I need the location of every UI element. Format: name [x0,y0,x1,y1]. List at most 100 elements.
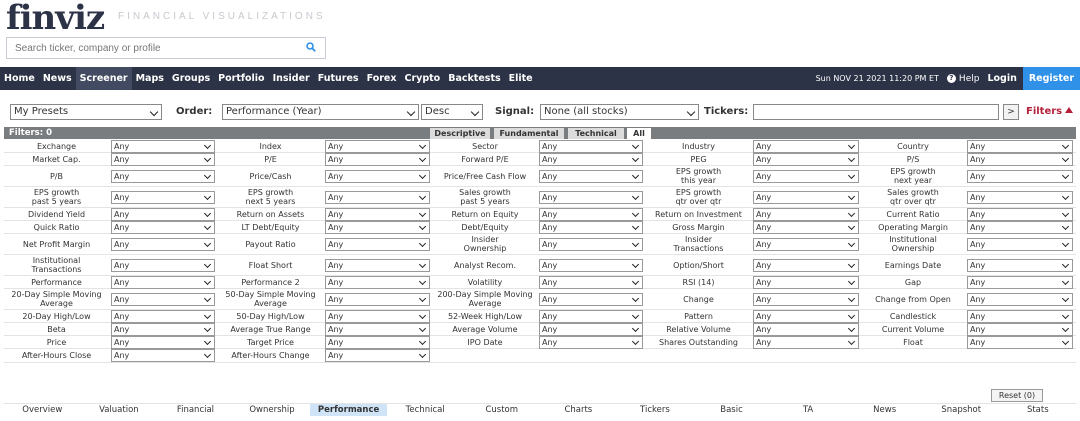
tab-descriptive[interactable]: Descriptive [430,128,490,139]
nav-item-groups[interactable]: Groups [168,67,214,90]
filter-select-quick-ratio[interactable]: Any [111,221,215,234]
nav-item-elite[interactable]: Elite [505,67,537,90]
filter-select-change-from-open[interactable]: Any [967,293,1073,306]
filter-select-after-hours-close[interactable]: Any [111,349,215,362]
nav-item-backtests[interactable]: Backtests [444,67,504,90]
filter-select-p-b[interactable]: Any [111,170,215,183]
filter-select-candlestick[interactable]: Any [967,310,1073,323]
filter-select-industry[interactable]: Any [753,140,859,153]
nav-item-crypto[interactable]: Crypto [400,67,444,90]
tab-fundamental[interactable]: Fundamental [494,128,564,139]
filter-select-price[interactable]: Any [111,336,215,349]
reset-button[interactable]: Reset (0) [991,389,1043,402]
view-tab-tickers[interactable]: Tickers [617,404,694,416]
filter-select-volatility[interactable]: Any [539,276,643,289]
tickers-input[interactable] [753,104,999,120]
filter-select-sector[interactable]: Any [539,140,643,153]
tickers-go-button[interactable]: > [1003,104,1019,120]
filter-select-performance[interactable]: Any [111,276,215,289]
nav-item-portfolio[interactable]: Portfolio [214,67,268,90]
filters-toggle[interactable]: Filters [1026,104,1074,120]
filter-select-option-short[interactable]: Any [753,259,859,272]
signal-select[interactable]: None (all stocks) [540,104,699,120]
filter-select-debt-equity[interactable]: Any [539,221,643,234]
nav-item-home[interactable]: Home [0,67,39,90]
filter-select-average-true-range[interactable]: Any [325,323,430,336]
filter-select-gap[interactable]: Any [967,276,1073,289]
filter-select-ipo-date[interactable]: Any [539,336,643,349]
filter-select-target-price[interactable]: Any [325,336,430,349]
view-tab-stats[interactable]: Stats [1000,404,1077,416]
filter-select-200-day-simple-moving-average[interactable]: Any [539,293,643,306]
nav-item-maps[interactable]: Maps [132,67,168,90]
nav-item-news[interactable]: News [39,67,76,90]
view-tab-performance[interactable]: Performance [310,404,387,416]
view-tab-custom[interactable]: Custom [463,404,540,416]
filter-select-institutional-transactions[interactable]: Any [111,259,215,272]
filter-select-current-ratio[interactable]: Any [967,208,1073,221]
view-tab-charts[interactable]: Charts [540,404,617,416]
nav-item-screener[interactable]: Screener [75,67,132,90]
filter-select-analyst-recom[interactable]: Any [539,259,643,272]
view-tab-ownership[interactable]: Ownership [234,404,311,416]
filter-select-return-on-equity[interactable]: Any [539,208,643,221]
filter-select-52-week-high-low[interactable]: Any [539,310,643,323]
filter-select-beta[interactable]: Any [111,323,215,336]
view-tab-snapshot[interactable]: Snapshot [923,404,1000,416]
login-link[interactable]: Login [987,73,1016,84]
filter-select-country[interactable]: Any [967,140,1073,153]
filter-select-institutional-ownership[interactable]: Any [967,238,1073,251]
filter-select-after-hours-change[interactable]: Any [325,349,430,362]
view-tab-valuation[interactable]: Valuation [81,404,158,416]
filter-select-eps-growth-next-year[interactable]: Any [967,170,1073,183]
search-input[interactable] [7,38,297,59]
search-icon[interactable] [306,42,316,52]
filter-select-eps-growth-next-5-years[interactable]: Any [325,191,430,204]
filter-select-insider-ownership[interactable]: Any [539,238,643,251]
finviz-logo[interactable]: finviz [6,0,105,36]
filter-select-50-day-high-low[interactable]: Any [325,310,430,323]
filter-select-current-volume[interactable]: Any [967,323,1073,336]
nav-item-forex[interactable]: Forex [363,67,401,90]
search-box[interactable] [6,37,326,59]
filter-select-sales-growth-past-5-years[interactable]: Any [539,191,643,204]
filter-select-performance-2[interactable]: Any [325,276,430,289]
filter-select-eps-growth-qtr-over-qtr[interactable]: Any [753,191,859,204]
filter-select-20-day-simple-moving-average[interactable]: Any [111,293,215,306]
view-tab-news[interactable]: News [846,404,923,416]
filter-select-net-profit-margin[interactable]: Any [111,238,215,251]
filter-select-market-cap[interactable]: Any [111,153,215,166]
direction-select[interactable]: Desc [421,104,483,120]
filter-select-price-free-cash-flow[interactable]: Any [539,170,643,183]
filter-select-lt-debt-equity[interactable]: Any [325,221,430,234]
nav-item-futures[interactable]: Futures [314,67,363,90]
filter-select-rsi-14[interactable]: Any [753,276,859,289]
filter-select-float-short[interactable]: Any [325,259,430,272]
filter-select-gross-margin[interactable]: Any [753,221,859,234]
view-tab-technical[interactable]: Technical [387,404,464,416]
filter-select-p-s[interactable]: Any [967,153,1073,166]
help-link[interactable]: ? Help [946,74,979,84]
view-tab-overview[interactable]: Overview [4,404,81,416]
filter-select-sales-growth-qtr-over-qtr[interactable]: Any [967,191,1073,204]
filter-select-return-on-assets[interactable]: Any [325,208,430,221]
filter-select-payout-ratio[interactable]: Any [325,238,430,251]
filter-select-average-volume[interactable]: Any [539,323,643,336]
filter-select-operating-margin[interactable]: Any [967,221,1073,234]
view-tab-ta[interactable]: TA [770,404,847,416]
filter-select-relative-volume[interactable]: Any [753,323,859,336]
filter-select-index[interactable]: Any [325,140,430,153]
filter-select-peg[interactable]: Any [753,153,859,166]
filter-select-dividend-yield[interactable]: Any [111,208,215,221]
tab-technical[interactable]: Technical [568,128,624,139]
order-select[interactable]: Performance (Year) [222,104,419,120]
filter-select-price-cash[interactable]: Any [325,170,430,183]
tab-all[interactable]: All [627,128,651,139]
presets-select[interactable]: My Presets [10,104,162,120]
filter-select-50-day-simple-moving-average[interactable]: Any [325,293,430,306]
nav-item-insider[interactable]: Insider [269,67,314,90]
register-button[interactable]: Register [1022,67,1080,90]
view-tab-basic[interactable]: Basic [693,404,770,416]
filter-select-earnings-date[interactable]: Any [967,259,1073,272]
filter-select-eps-growth-this-year[interactable]: Any [753,170,859,183]
